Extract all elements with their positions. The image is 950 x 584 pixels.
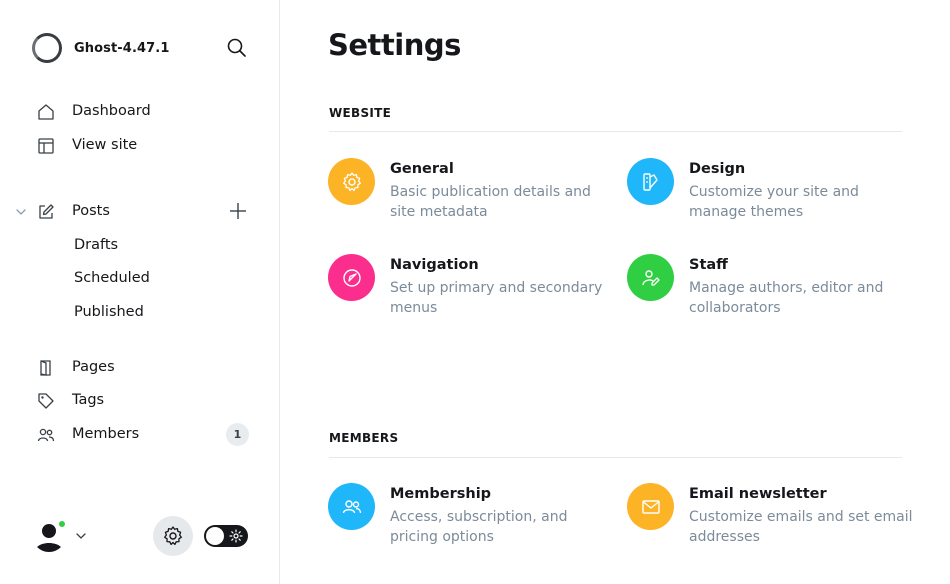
card-description: Basic publication details and site metad…: [390, 184, 591, 220]
icon-circle: [328, 158, 375, 205]
icon-circle: [627, 254, 674, 301]
card-title: Email newsletter: [689, 486, 827, 502]
dark-mode-toggle[interactable]: [204, 525, 248, 547]
nav-published[interactable]: Published: [74, 304, 144, 320]
nav-scheduled[interactable]: Scheduled: [74, 270, 150, 286]
card-title: Staff: [689, 257, 728, 273]
members-icon: [37, 428, 55, 442]
nav-members[interactable]: Members 1: [0, 420, 280, 450]
settings-card-design[interactable]: Design Customize your site and manage th…: [627, 158, 917, 228]
settings-card-general[interactable]: General Basic publication details and si…: [328, 158, 618, 228]
brand[interactable]: Ghost-4.47.1: [32, 33, 169, 63]
tag-icon: [38, 393, 54, 409]
card-description: Access, subscription, and pricing option…: [390, 509, 568, 545]
card-title: Navigation: [390, 257, 479, 273]
settings-card-navigation[interactable]: Navigation Set up primary and secondary …: [328, 254, 618, 324]
icon-circle: [627, 483, 674, 530]
envelope-icon: [641, 499, 660, 514]
online-status-dot: [57, 519, 67, 529]
site-name: Ghost-4.47.1: [74, 40, 170, 56]
nav-drafts[interactable]: Drafts: [74, 237, 118, 253]
nav-label: Pages: [72, 359, 115, 375]
nav-label: Tags: [72, 392, 105, 408]
icon-circle: [328, 254, 375, 301]
settings-card-email-newsletter[interactable]: Email newsletter Customize emails and se…: [627, 483, 917, 553]
settings-card-membership[interactable]: Membership Access, subscription, and pri…: [328, 483, 618, 553]
card-description: Manage authors, editor and collaborators: [689, 280, 884, 316]
search-button[interactable]: [226, 37, 248, 59]
nav-dashboard[interactable]: Dashboard: [0, 97, 280, 127]
nav-label: Dashboard: [72, 103, 151, 119]
card-title: General: [390, 161, 454, 177]
nav-pages[interactable]: Pages: [0, 353, 280, 383]
user-menu[interactable]: [32, 518, 92, 554]
paint-palette-icon: [642, 172, 658, 191]
card-description: Customize your site and manage themes: [689, 184, 859, 220]
section-title-members: MEMBERS: [329, 431, 399, 445]
layout-icon: [38, 138, 54, 154]
card-description: Set up primary and secondary menus: [390, 280, 603, 316]
compass-icon: [342, 268, 361, 287]
sun-icon: [229, 529, 243, 543]
gear-icon: [342, 171, 361, 191]
card-title: Design: [689, 161, 746, 177]
nav-tags[interactable]: Tags: [0, 386, 280, 416]
divider: [329, 131, 902, 132]
new-post-plus-icon[interactable]: [228, 201, 248, 221]
nav-label: Posts: [72, 203, 110, 219]
nav-posts[interactable]: Posts: [0, 197, 280, 227]
user-edit-icon: [641, 269, 660, 286]
icon-circle: [328, 483, 375, 530]
search-icon: [227, 38, 246, 57]
site-logo: [32, 33, 62, 63]
edit-icon: [39, 204, 54, 219]
members-count-badge: 1: [226, 423, 249, 446]
nav-label: Members: [72, 426, 140, 442]
settings-button[interactable]: [153, 516, 193, 556]
nav-label: View site: [72, 137, 138, 153]
chevron-down-icon: [16, 209, 26, 215]
users-icon: [342, 499, 361, 513]
settings-card-staff[interactable]: Staff Manage authors, editor and collabo…: [627, 254, 917, 324]
sidebar: Ghost-4.47.1 Dashboard View site Posts D…: [0, 0, 280, 584]
nav-view-site[interactable]: View site: [0, 131, 280, 161]
section-title-website: WEBSITE: [329, 106, 392, 120]
card-title: Membership: [390, 486, 492, 502]
divider: [329, 457, 902, 458]
gear-icon: [164, 526, 182, 546]
page-icon: [40, 360, 51, 376]
card-description: Customize emails and set email addresses: [689, 509, 913, 545]
chevron-down-icon: [76, 533, 86, 539]
toggle-knob: [206, 527, 224, 545]
page-title: Settings: [328, 28, 461, 62]
icon-circle: [627, 158, 674, 205]
home-icon: [38, 104, 54, 120]
